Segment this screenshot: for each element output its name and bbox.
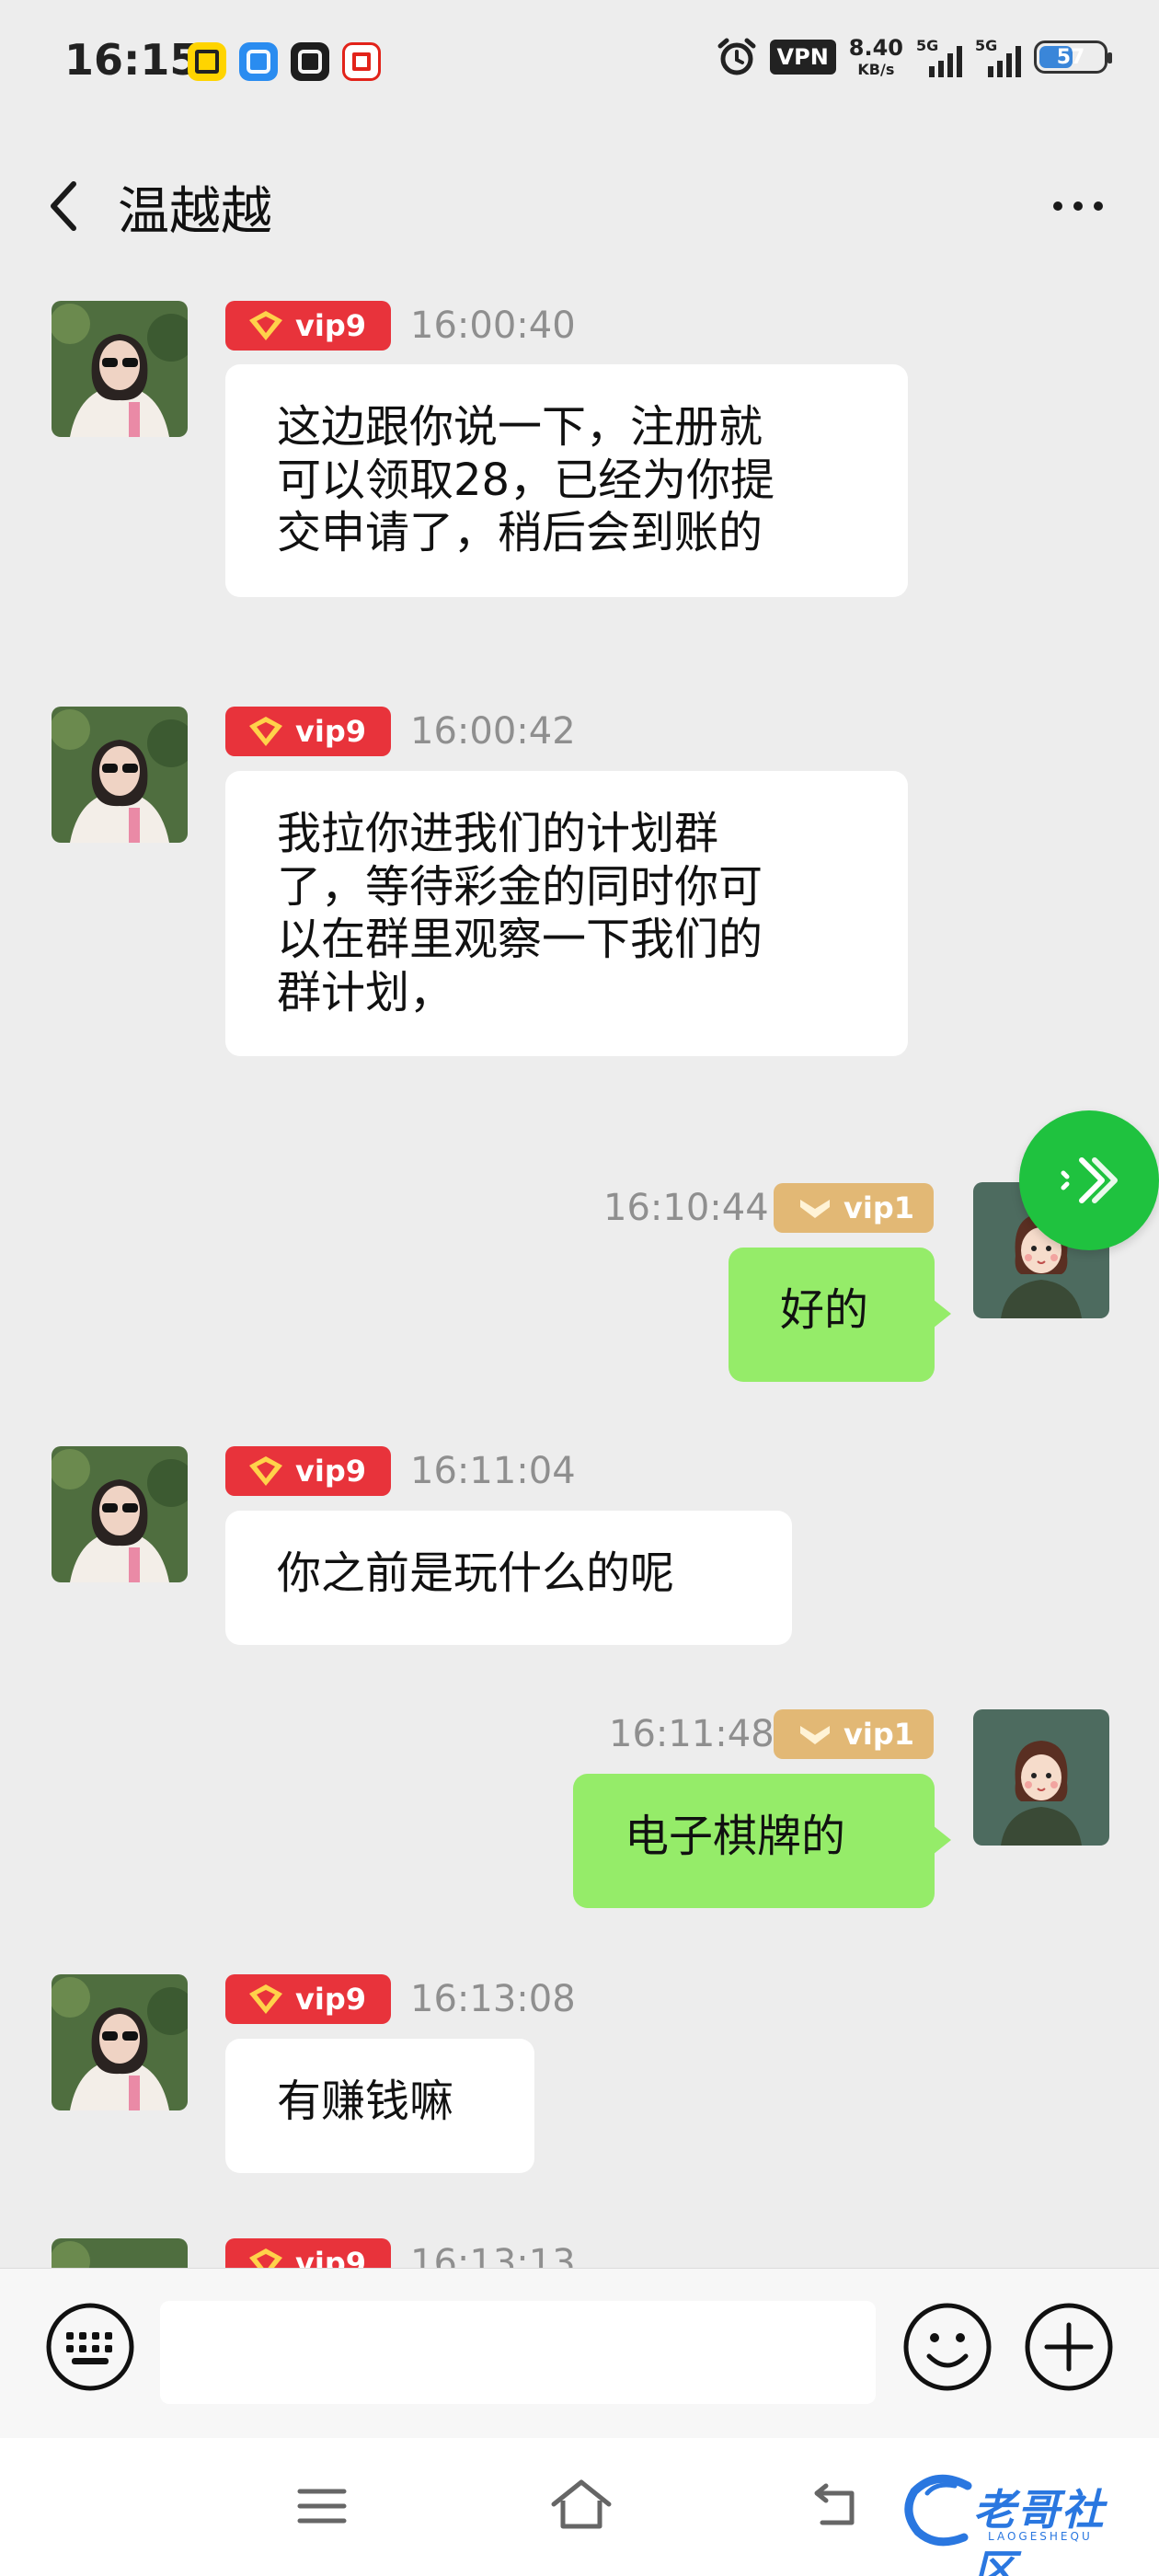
speed-value: 8.40 [848, 35, 903, 61]
status-time: 16:15 [64, 35, 200, 85]
alarm-icon [717, 38, 756, 75]
message-line: 好的 [780, 1284, 869, 1336]
vip9-badge: vip9 [225, 1974, 391, 2024]
bubble-tail [933, 1299, 951, 1328]
vip9-badge: vip9 [225, 2238, 391, 2268]
home-icon[interactable] [546, 2475, 616, 2534]
vpn-badge: VPN [769, 40, 836, 75]
vip-gem-icon [249, 717, 282, 746]
forward-float-icon [1061, 1157, 1118, 1203]
vip-gem-icon [249, 1456, 282, 1486]
message-bubble[interactable]: 我拉你进我们的计划群 了，等待彩金的同时你可 以在群里观察一下我们的 群计划， [225, 771, 908, 1057]
vip-gem-icon [249, 2248, 282, 2268]
message-timestamp: 16:10:44 [603, 1187, 769, 1229]
contact-name[interactable]: 温越越 [118, 170, 272, 245]
vip9-badge: vip9 [225, 707, 391, 756]
message-input-bar [0, 2268, 1159, 2438]
message-text-input[interactable] [160, 2301, 876, 2404]
vip9-badge: vip9 [225, 1446, 391, 1496]
vip-gem-icon [249, 311, 282, 340]
back-nav-icon[interactable] [806, 2478, 865, 2534]
watermark-subtext: LAOGESHEQU [988, 2530, 1093, 2543]
contact-avatar[interactable] [52, 1974, 188, 2110]
app-notification-icon [342, 42, 381, 81]
vip-gem-icon [800, 1200, 830, 1218]
vip1-badge: vip1 [774, 1183, 934, 1233]
vip-level-label: vip9 [295, 308, 366, 343]
vip-level-label: vip1 [843, 1717, 914, 1752]
self-avatar[interactable] [973, 1709, 1109, 1846]
watermark-logo: 老哥社区 LAOGESHEQU [900, 2466, 1148, 2576]
message-line: 了，等待彩金的同时你可 [277, 860, 763, 913]
message-timestamp: 16:13:08 [410, 1978, 576, 2020]
recent-apps-icon[interactable] [293, 2478, 351, 2534]
message-timestamp: 16:00:42 [410, 710, 576, 753]
message-line: 这边跟你说一下，注册就 [277, 401, 763, 453]
message-timestamp: 16:11:48 [609, 1713, 775, 1755]
vip-level-label: vip9 [295, 2246, 366, 2268]
emoji-icon[interactable] [901, 2301, 993, 2393]
status-bar: 16:15 VPN 8.40 KB/s 5G 5G 57 [0, 0, 1159, 120]
chat-message-list[interactable]: vip9 16:00:40 这边跟你说一下，注册就 可以领取28，已经为你提 交… [0, 276, 1159, 2268]
vip-level-label: vip9 [295, 1982, 366, 2017]
vip-level-label: vip9 [295, 1454, 366, 1489]
message-bubble[interactable]: 你之前是玩什么的呢 [225, 1511, 792, 1645]
vip-level-label: vip9 [295, 714, 366, 749]
system-navigation-bar: 老哥社区 LAOGESHEQU [0, 2438, 1159, 2576]
more-dots-icon[interactable] [1050, 193, 1106, 219]
message-line: 你之前是玩什么的呢 [277, 1547, 675, 1599]
app-notification-icon [188, 42, 226, 81]
contact-avatar[interactable] [52, 1446, 188, 1582]
forward-float-button[interactable] [1019, 1110, 1159, 1250]
battery-icon: 57 [1034, 40, 1112, 74]
plus-icon[interactable] [1023, 2301, 1115, 2393]
keyboard-icon[interactable] [44, 2301, 136, 2393]
message-bubble[interactable]: 好的 [729, 1248, 951, 1382]
message-timestamp: 16:11:04 [410, 1450, 576, 1492]
message-timestamp: 16:00:40 [410, 305, 576, 347]
bubble-tail [933, 1825, 951, 1855]
app-notification-icon [291, 42, 329, 81]
message-bubble[interactable]: 有赚钱嘛 [225, 2039, 534, 2173]
contact-avatar[interactable] [52, 301, 188, 437]
signal-5g-icon: 5G [975, 37, 1021, 77]
message-line: 交申请了，稍后会到账的 [277, 507, 763, 559]
contact-avatar[interactable] [52, 707, 188, 843]
message-line: 以在群里观察一下我们的 [277, 914, 763, 966]
contact-avatar[interactable] [52, 2238, 188, 2268]
message-line: 有赚钱嘛 [277, 2076, 454, 2127]
system-icons: VPN 8.40 KB/s 5G 5G 57 [717, 37, 1112, 77]
message-line: 可以领取28，已经为你提 [277, 454, 775, 506]
message-line: 我拉你进我们的计划群 [277, 808, 719, 859]
vip-gem-icon [249, 1984, 282, 2014]
message-line: 电子棋牌的 [625, 1811, 846, 1862]
network-speed: 8.40 KB/s [849, 37, 903, 77]
message-timestamp: 16:13:13 [410, 2242, 576, 2268]
signal-5g-icon: 5G [916, 37, 962, 77]
speed-unit: KB/s [857, 61, 895, 78]
vip9-badge: vip9 [225, 301, 391, 351]
vip-level-label: vip1 [843, 1190, 914, 1225]
app-notification-icon [239, 42, 278, 81]
dragon-logo-icon [904, 2474, 972, 2547]
message-bubble[interactable]: 这边跟你说一下，注册就 可以领取28，已经为你提 交申请了，稍后会到账的 [225, 364, 908, 597]
back-chevron-icon[interactable] [40, 173, 88, 239]
battery-level: 57 [1056, 45, 1085, 69]
vip1-badge: vip1 [774, 1709, 934, 1759]
vip-gem-icon [800, 1726, 830, 1744]
watermark-text: 老哥社区 [973, 2485, 1106, 2576]
message-bubble[interactable]: 电子棋牌的 [573, 1774, 951, 1908]
notification-icons [188, 42, 381, 81]
message-line: 群计划， [277, 966, 454, 1018]
